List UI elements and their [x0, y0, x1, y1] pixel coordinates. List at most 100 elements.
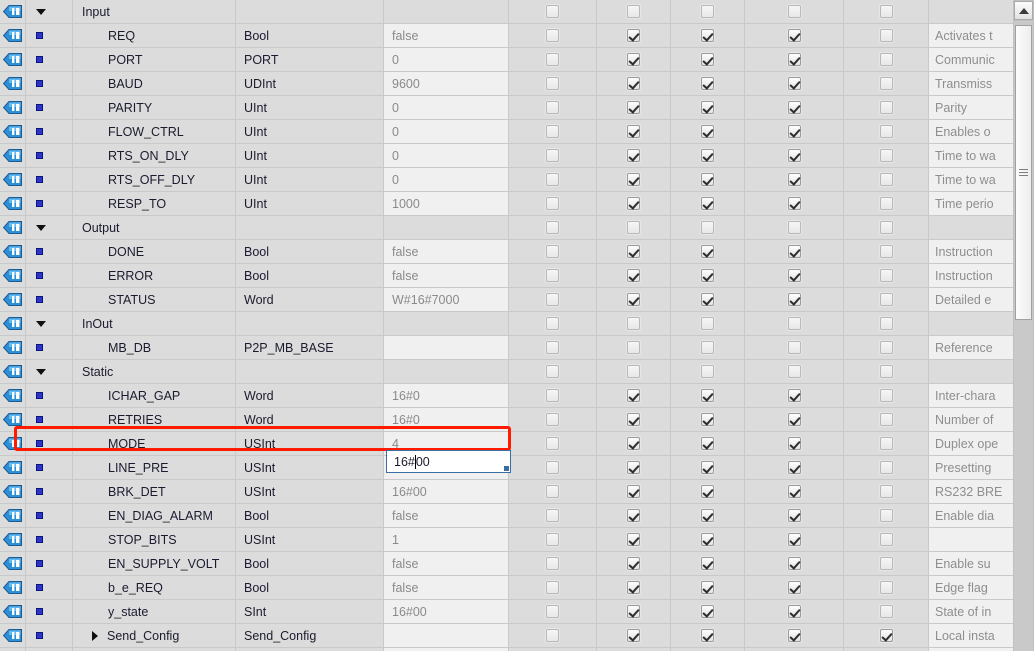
row-default-value[interactable]: 1000 — [384, 192, 509, 215]
checkbox-cell[interactable] — [671, 72, 745, 95]
row-name[interactable]: RTS_ON_DLY — [73, 144, 236, 167]
row-name[interactable]: Input — [73, 0, 236, 23]
table-row[interactable]: RETRIES Word 16#0 Number of — [0, 408, 1013, 432]
checkbox-icon[interactable] — [546, 413, 559, 426]
checkbox-icon[interactable] — [787, 605, 801, 618]
checkbox-icon[interactable] — [787, 389, 801, 402]
checkbox-icon[interactable] — [787, 149, 801, 162]
row-name[interactable]: Output — [73, 216, 236, 239]
checkbox-cell[interactable] — [844, 480, 929, 503]
row-comment[interactable]: Local insta — [929, 624, 1013, 647]
row-name[interactable]: y_state — [73, 600, 236, 623]
checkbox-icon[interactable] — [546, 605, 559, 618]
table-row[interactable]: b_e_REQ Bool false Edge flag — [0, 576, 1013, 600]
row-default-value[interactable] — [384, 336, 509, 359]
checkbox-cell[interactable] — [745, 240, 844, 263]
checkbox-cell[interactable] — [844, 312, 929, 335]
row-comment[interactable]: Reference — [929, 336, 1013, 359]
checkbox-icon[interactable] — [627, 365, 640, 378]
row-comment[interactable] — [929, 216, 1013, 239]
checkbox-cell[interactable] — [745, 576, 844, 599]
row-datatype[interactable]: Word — [236, 408, 384, 431]
checkbox-cell[interactable] — [745, 528, 844, 551]
checkbox-cell[interactable] — [671, 240, 745, 263]
checkbox-cell[interactable] — [745, 312, 844, 335]
scrollbar-thumb[interactable] — [1015, 25, 1032, 320]
checkbox-icon[interactable] — [627, 605, 640, 618]
checkbox-icon[interactable] — [546, 557, 559, 570]
checkbox-cell[interactable] — [671, 384, 745, 407]
row-default-value[interactable]: 0 — [384, 48, 509, 71]
checkbox-icon[interactable] — [787, 317, 801, 330]
checkbox-cell[interactable] — [509, 168, 597, 191]
row-comment[interactable]: RS232 BRE — [929, 480, 1013, 503]
checkbox-icon[interactable] — [879, 341, 893, 354]
checkbox-cell[interactable] — [844, 24, 929, 47]
checkbox-cell[interactable] — [844, 192, 929, 215]
checkbox-icon[interactable] — [627, 533, 640, 546]
checkbox-icon[interactable] — [546, 341, 559, 354]
row-default-value[interactable] — [384, 216, 509, 239]
checkbox-icon[interactable] — [787, 221, 801, 234]
row-comment[interactable]: Inter-chara — [929, 384, 1013, 407]
checkbox-cell[interactable] — [509, 480, 597, 503]
checkbox-cell[interactable] — [597, 24, 671, 47]
checkbox-icon[interactable] — [627, 269, 640, 282]
table-row[interactable]: y_state SInt 16#00 State of in — [0, 600, 1013, 624]
checkbox-cell[interactable] — [509, 144, 597, 167]
row-name[interactable]: PARITY — [73, 96, 236, 119]
table-row[interactable]: Input — [0, 0, 1013, 24]
row-datatype[interactable] — [236, 360, 384, 383]
checkbox-cell[interactable] — [844, 360, 929, 383]
row-datatype[interactable]: Bool — [236, 504, 384, 527]
checkbox-cell[interactable] — [671, 576, 745, 599]
row-datatype[interactable]: Bool — [236, 240, 384, 263]
checkbox-cell[interactable] — [509, 216, 597, 239]
checkbox-cell[interactable] — [671, 168, 745, 191]
checkbox-cell[interactable] — [597, 552, 671, 575]
checkbox-icon[interactable] — [879, 5, 893, 18]
row-datatype[interactable]: USInt — [236, 528, 384, 551]
checkbox-cell[interactable] — [844, 240, 929, 263]
table-row[interactable]: REQ Bool false Activates t — [0, 24, 1013, 48]
table-row[interactable]: EN_SUPPLY_VOLT Bool false Enable su — [0, 552, 1013, 576]
checkbox-icon[interactable] — [701, 317, 714, 330]
checkbox-cell[interactable] — [671, 624, 745, 647]
checkbox-cell[interactable] — [844, 288, 929, 311]
row-default-value[interactable]: 0 — [384, 120, 509, 143]
checkbox-cell[interactable] — [597, 504, 671, 527]
checkbox-cell[interactable] — [597, 576, 671, 599]
checkbox-icon[interactable] — [787, 293, 801, 306]
row-datatype[interactable]: UInt — [236, 168, 384, 191]
checkbox-icon[interactable] — [701, 605, 714, 618]
row-datatype[interactable]: UInt — [236, 96, 384, 119]
row-name[interactable]: EN_DIAG_ALARM — [73, 504, 236, 527]
row-default-value[interactable]: 16#00 — [384, 600, 509, 623]
row-default-value[interactable]: false — [384, 24, 509, 47]
checkbox-icon[interactable] — [787, 437, 801, 450]
checkbox-cell[interactable] — [745, 384, 844, 407]
checkbox-cell[interactable] — [671, 504, 745, 527]
checkbox-cell[interactable] — [671, 144, 745, 167]
table-row[interactable]: ICHAR_GAP Word 16#0 Inter-chara — [0, 384, 1013, 408]
checkbox-icon[interactable] — [701, 101, 714, 114]
checkbox-cell[interactable] — [844, 336, 929, 359]
checkbox-icon[interactable] — [879, 533, 893, 546]
table-row[interactable]: DONE Bool false Instruction — [0, 240, 1013, 264]
checkbox-icon[interactable] — [787, 53, 801, 66]
checkbox-cell[interactable] — [597, 528, 671, 551]
row-comment[interactable]: Communic — [929, 48, 1013, 71]
checkbox-cell[interactable] — [597, 48, 671, 71]
row-comment[interactable]: Time perio — [929, 192, 1013, 215]
checkbox-icon[interactable] — [627, 101, 640, 114]
row-datatype[interactable]: Word — [236, 384, 384, 407]
row-datatype[interactable]: PORT — [236, 48, 384, 71]
checkbox-icon[interactable] — [546, 173, 559, 186]
checkbox-cell[interactable] — [509, 432, 597, 455]
checkbox-icon[interactable] — [627, 29, 640, 42]
row-comment[interactable]: State of in — [929, 600, 1013, 623]
checkbox-cell[interactable] — [509, 624, 597, 647]
checkbox-icon[interactable] — [879, 581, 893, 594]
checkbox-icon[interactable] — [701, 149, 714, 162]
checkbox-cell[interactable] — [745, 216, 844, 239]
